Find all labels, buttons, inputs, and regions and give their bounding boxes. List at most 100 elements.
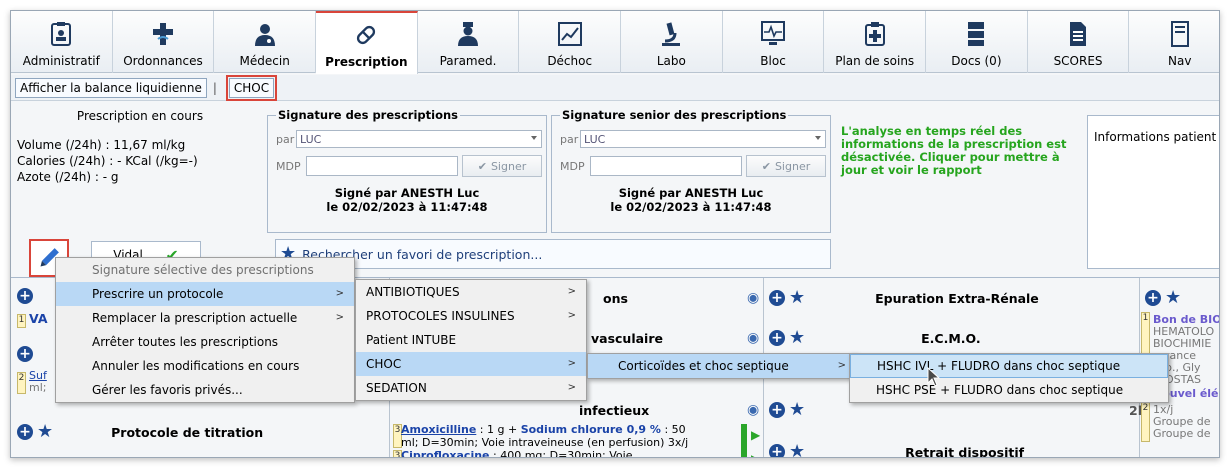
add-icon[interactable]: + bbox=[1145, 290, 1161, 306]
fluid-balance-button[interactable]: Afficher la balance liquidienne bbox=[15, 77, 207, 98]
toolbar-separator: | bbox=[212, 80, 217, 95]
dropdown-arrow-icon bbox=[531, 136, 537, 140]
sign-button[interactable]: ✔ Signer bbox=[462, 155, 542, 177]
scores-icon bbox=[1065, 20, 1091, 48]
star-icon[interactable]: ★ bbox=[789, 401, 805, 419]
drug1-name[interactable]: Amoxicilline bbox=[401, 423, 476, 436]
signer-select[interactable]: LUC bbox=[296, 130, 542, 148]
signature-panel: Signature des prescriptions par LUC MDP … bbox=[267, 108, 547, 233]
menu-item-label: HSHC PSE + FLUDRO dans choc septique bbox=[876, 383, 1124, 397]
nurse-icon bbox=[455, 20, 481, 48]
add-icon[interactable]: + bbox=[769, 290, 785, 306]
tab-medecin[interactable]: Médecin bbox=[214, 11, 317, 73]
right-line: OSTAS bbox=[1165, 373, 1202, 386]
drug2-name[interactable]: Ciprofloxacine bbox=[401, 449, 490, 457]
signed-at-text: le 02/02/2023 à 11:47:48 bbox=[610, 200, 772, 214]
play-icon[interactable]: ▶ bbox=[751, 452, 760, 457]
menu-item-sedation[interactable]: SEDATION > bbox=[356, 376, 586, 400]
senior-password-input[interactable] bbox=[590, 156, 742, 176]
tab-docs[interactable]: Docs (0) bbox=[926, 11, 1028, 73]
tab-label: Plan de soins bbox=[835, 54, 915, 68]
sign-button-label: Signer bbox=[490, 159, 527, 173]
eye-icon[interactable]: ◉ bbox=[747, 330, 759, 346]
app-window: Administratif Ordonnances Médecin Prescr… bbox=[10, 10, 1220, 458]
star-icon[interactable]: ★ bbox=[37, 423, 53, 441]
check-icon: ✔ bbox=[761, 159, 771, 173]
menu-item-stop-all[interactable]: Arrêter toutes les prescriptions bbox=[56, 330, 354, 354]
tab-paramed[interactable]: Paramed. bbox=[418, 11, 520, 73]
documents-icon bbox=[963, 20, 989, 48]
right-line: Groupe de bbox=[1153, 427, 1211, 440]
analysis-notice[interactable]: L'analyse en temps réel des informations… bbox=[837, 115, 1081, 235]
prescription-toolbar: Afficher la balance liquidienne | CHOC bbox=[11, 74, 1219, 101]
caduceus-icon bbox=[150, 20, 176, 48]
menu-item-insulines[interactable]: PROTOCOLES INSULINES > bbox=[356, 304, 586, 328]
menu-item-replace-prescription[interactable]: Remplacer la prescription actuelle > bbox=[56, 306, 354, 330]
context-menu: Signature sélective des prescriptions Pr… bbox=[55, 257, 355, 403]
nitrogen-text: Azote (/24h) : - g bbox=[17, 170, 119, 184]
chart-line-icon bbox=[557, 20, 583, 48]
add-icon[interactable]: + bbox=[17, 346, 33, 362]
col2-header-2: vasculaire bbox=[591, 330, 663, 346]
tab-nav[interactable]: Nav bbox=[1129, 11, 1219, 73]
play-icon[interactable]: ▶ bbox=[751, 428, 760, 442]
add-icon[interactable]: + bbox=[769, 444, 785, 457]
signature-status: Signé par ANESTH Luc le 02/02/2023 à 11:… bbox=[268, 186, 546, 214]
eye-icon[interactable]: ◉ bbox=[747, 402, 759, 418]
mouse-cursor-icon bbox=[927, 367, 941, 387]
summary-title: Prescription en cours bbox=[76, 109, 204, 123]
tab-label: Prescription bbox=[325, 55, 408, 69]
col1-code-1[interactable]: VA bbox=[29, 308, 48, 328]
menu-item-prescribe-protocol[interactable]: Prescrire un protocole > bbox=[56, 282, 354, 306]
add-icon[interactable]: + bbox=[769, 402, 785, 418]
star-icon[interactable]: ★ bbox=[789, 289, 805, 307]
chevron-right-icon: > bbox=[837, 360, 846, 371]
add-icon[interactable]: + bbox=[17, 424, 33, 440]
tab-administratif[interactable]: Administratif bbox=[11, 11, 113, 73]
signer-value: LUC bbox=[300, 132, 322, 146]
signed-at-text: le 02/02/2023 à 11:47:48 bbox=[326, 200, 488, 214]
choc-button[interactable]: CHOC bbox=[225, 74, 278, 101]
tab-label: Ordonnances bbox=[123, 54, 203, 68]
order-number: 1 bbox=[17, 314, 26, 328]
menu-item-corticoides[interactable]: Corticoïdes et choc septique > bbox=[588, 354, 856, 378]
tab-prescription[interactable]: Prescription bbox=[316, 11, 418, 74]
tab-label: Déchoc bbox=[547, 54, 593, 68]
signed-by-text: Signé par ANESTH Luc bbox=[334, 186, 480, 200]
add-icon[interactable]: + bbox=[17, 288, 33, 304]
col3-row3: + ★ bbox=[769, 396, 805, 424]
star-icon[interactable]: ★ bbox=[789, 329, 805, 347]
medical-kit-icon bbox=[862, 20, 888, 48]
favorite-search[interactable]: ★ Rechercher un favori de prescription..… bbox=[275, 239, 831, 269]
star-icon[interactable]: ★ bbox=[789, 443, 805, 458]
menu-item-label: SEDATION bbox=[366, 381, 427, 395]
col1-row2: + bbox=[17, 340, 33, 368]
menu-item-cancel-changes[interactable]: Annuler les modifications en cours bbox=[56, 354, 354, 378]
main-tabs: Administratif Ordonnances Médecin Prescr… bbox=[11, 11, 1219, 74]
epuration-title: Epuration Extra-Rénale bbox=[875, 290, 1039, 306]
menu-item-patient-intube[interactable]: Patient INTUBE bbox=[356, 328, 586, 352]
menu-item-manage-favorites[interactable]: Gérer les favoris privés... bbox=[56, 378, 354, 402]
menu-item-antibiotiques[interactable]: ANTIBIOTIQUES > bbox=[356, 280, 586, 304]
tab-plan-de-soins[interactable]: Plan de soins bbox=[824, 11, 927, 73]
drug-entry-1[interactable]: Amoxicilline : 1 g + Sodium chlorure 0,9… bbox=[401, 423, 741, 457]
menu-item-label: PROTOCOLES INSULINES bbox=[366, 309, 515, 323]
menu-item-hshc-ivl[interactable]: HSHC IVL + FLUDRO dans choc septique bbox=[850, 354, 1168, 378]
star-icon[interactable]: ★ bbox=[1165, 289, 1181, 307]
tab-ordonnances[interactable]: Ordonnances bbox=[113, 11, 215, 73]
protocol-submenu: ANTIBIOTIQUES > PROTOCOLES INSULINES > P… bbox=[355, 279, 587, 401]
tab-dechoc[interactable]: Déchoc bbox=[519, 11, 622, 73]
mdp-label: MDP bbox=[276, 160, 301, 173]
menu-item-choc[interactable]: CHOC > bbox=[356, 352, 586, 376]
menu-item-hshc-pse[interactable]: HSHC PSE + FLUDRO dans choc septique bbox=[850, 378, 1168, 402]
tab-scores[interactable]: SCORES bbox=[1028, 11, 1130, 73]
eye-icon[interactable]: ◉ bbox=[747, 290, 759, 306]
senior-signer-select[interactable]: LUC bbox=[580, 130, 826, 148]
tab-label: Bloc bbox=[760, 54, 786, 68]
tab-labo[interactable]: Labo bbox=[621, 11, 723, 73]
password-input[interactable] bbox=[306, 156, 458, 176]
tab-bloc[interactable]: Bloc bbox=[723, 11, 825, 73]
senior-sign-button[interactable]: ✔ Signer bbox=[746, 155, 826, 177]
tab-label: SCORES bbox=[1053, 54, 1103, 68]
add-icon[interactable]: + bbox=[769, 330, 785, 346]
